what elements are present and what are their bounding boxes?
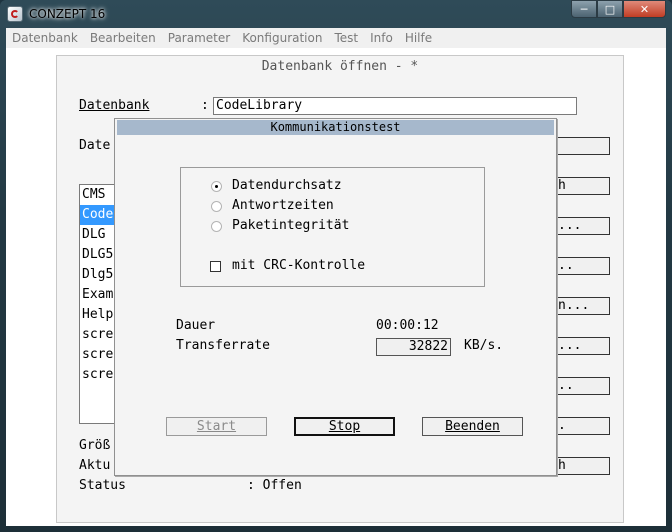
radio-datendurchsatz[interactable] <box>211 181 222 192</box>
stop-button[interactable]: Stop <box>294 417 395 436</box>
list-item[interactable]: DLG5 <box>80 245 118 265</box>
menu-info[interactable]: Info <box>364 31 399 45</box>
start-button-label: Start <box>196 419 237 434</box>
menu-bearbeiten[interactable]: Bearbeiten <box>84 31 162 45</box>
list-item[interactable]: scre <box>80 325 118 345</box>
bg-button-3[interactable]: ... <box>553 217 610 235</box>
bg-button-8[interactable]: . <box>553 417 610 435</box>
status-label: Status <box>79 478 126 493</box>
minimize-button[interactable]: ─ <box>571 0 597 18</box>
radio-antwortzeiten[interactable] <box>211 201 222 212</box>
list-item[interactable]: scre <box>80 345 118 365</box>
bg-button-7[interactable]: .. <box>553 377 610 395</box>
transferrate-value: 32822 <box>376 338 451 356</box>
application-window: CONZEPT 16 ─ □ ✕ Datenbank Bearbeiten Pa… <box>0 0 672 532</box>
groesse-label: Größ <box>79 438 111 453</box>
list-item-selected[interactable]: Code <box>80 205 118 225</box>
maximize-icon: □ <box>604 2 616 16</box>
bg-button-6[interactable]: ... <box>553 337 610 355</box>
bg-button-5[interactable]: n... <box>553 297 610 315</box>
crc-checkbox[interactable] <box>210 261 221 272</box>
list-item[interactable]: CMS <box>80 185 118 205</box>
list-item[interactable]: Help <box>80 305 118 325</box>
crc-checkbox-label[interactable]: mit CRC-Kontrolle <box>232 258 365 273</box>
bg-button-4[interactable]: .. <box>553 257 610 275</box>
list-item[interactable]: Dlg5 <box>80 265 118 285</box>
dauer-value: 00:00:12 <box>376 318 439 333</box>
radio-antwortzeiten-label[interactable]: Antwortzeiten <box>232 198 334 213</box>
bg-button-2[interactable]: h <box>553 177 610 195</box>
maximize-button[interactable]: □ <box>597 0 623 18</box>
menu-test[interactable]: Test <box>328 31 364 45</box>
datenbank-colon: : <box>201 98 209 113</box>
dateien-label: Date <box>79 138 111 153</box>
list-item[interactable]: DLG <box>80 225 118 245</box>
beenden-button-label: Beenden <box>445 419 500 434</box>
radio-datendurchsatz-label[interactable]: Datendurchsatz <box>232 178 342 193</box>
datenbank-dialog-title: Datenbank öffnen - * <box>261 59 419 74</box>
window-controls: ─ □ ✕ <box>571 0 666 18</box>
database-list[interactable]: CMS Code DLG DLG5 Dlg5 Exam Help scre sc… <box>79 184 119 424</box>
start-button: Start <box>166 417 267 436</box>
menu-hilfe[interactable]: Hilfe <box>399 31 438 45</box>
close-button[interactable]: ✕ <box>623 0 666 18</box>
stop-button-label: Stop <box>328 419 361 434</box>
bg-button-1[interactable] <box>553 137 610 155</box>
test-mode-group: Datendurchsatz Antwortzeiten Paketintegr… <box>180 167 485 287</box>
close-icon: ✕ <box>639 2 650 16</box>
datenbank-label: Datenbank <box>79 98 150 113</box>
radio-paketintegritaet-label[interactable]: Paketintegrität <box>232 218 349 233</box>
menu-parameter[interactable]: Parameter <box>162 31 236 45</box>
radio-paketintegritaet[interactable] <box>211 221 222 232</box>
kommunikationstest-dialog: Kommunikationstest Datendurchsatz Antwor… <box>114 118 557 476</box>
app-title: CONZEPT 16 <box>29 7 106 21</box>
minimize-icon: ─ <box>580 2 588 16</box>
beenden-button[interactable]: Beenden <box>422 417 523 436</box>
transferrate-label: Transferrate <box>176 338 270 353</box>
dialog-title: Kommunikationstest <box>117 120 554 135</box>
title-bar[interactable]: CONZEPT 16 ─ □ ✕ <box>0 0 672 28</box>
list-item[interactable]: scre <box>80 365 118 385</box>
menu-datenbank[interactable]: Datenbank <box>6 31 84 45</box>
menu-bar: Datenbank Bearbeiten Parameter Konfigura… <box>6 28 666 48</box>
datenbank-input[interactable]: CodeLibrary <box>213 97 577 115</box>
dauer-label: Dauer <box>176 318 216 333</box>
aktu-label: Aktu <box>79 458 111 473</box>
bg-button-9[interactable]: h <box>553 457 610 475</box>
status-value: : Offen <box>247 478 302 493</box>
transferrate-unit: KB/s. <box>464 338 504 353</box>
list-item[interactable]: Exam <box>80 285 118 305</box>
app-logo-icon[interactable] <box>7 6 23 22</box>
menu-konfiguration[interactable]: Konfiguration <box>236 31 328 45</box>
